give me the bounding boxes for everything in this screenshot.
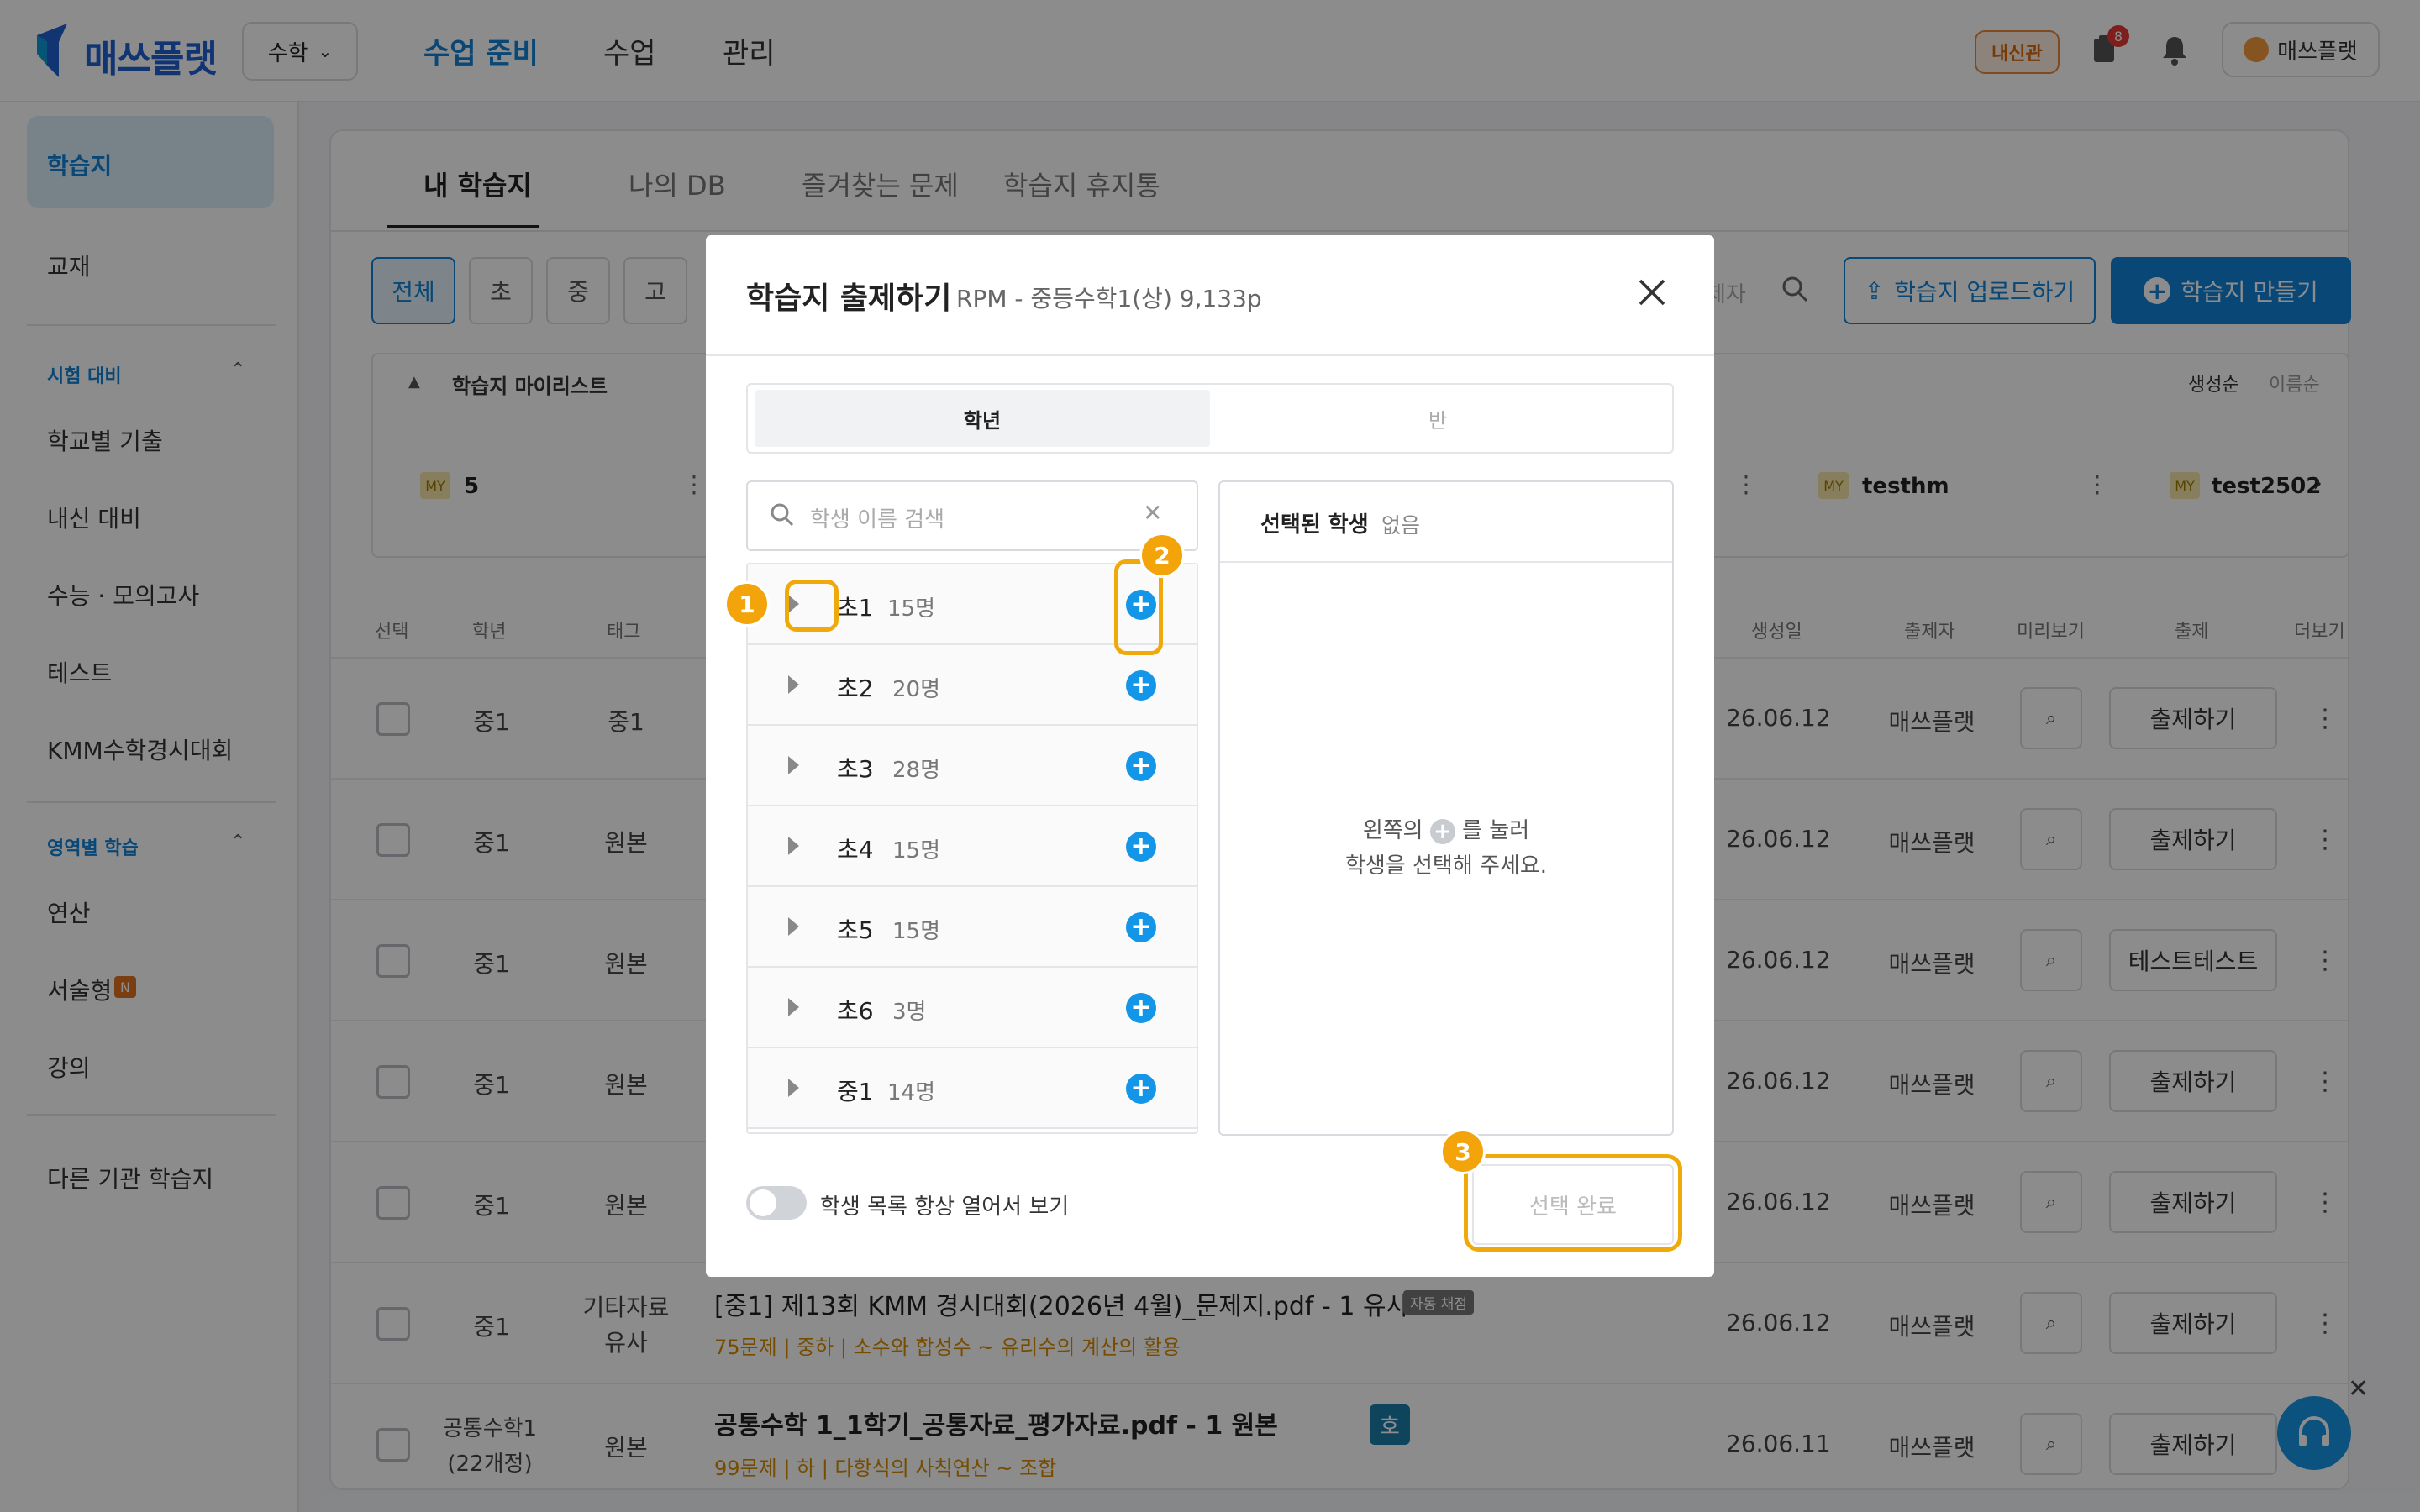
group-name: 초2 <box>837 675 874 702</box>
add-circle-icon: + <box>1429 818 1455 844</box>
always-open-toggle[interactable] <box>746 1186 807 1220</box>
search-icon <box>770 502 795 533</box>
divider <box>1220 561 1672 563</box>
empty-state-text: 왼쪽의 + 를 눌러 학생을 선택해 주세요. <box>1218 813 1674 884</box>
expand-arrow-icon[interactable] <box>788 998 799 1016</box>
empty-text-after: 를 눌러 <box>1462 818 1530 843</box>
group-name: 중1 <box>837 1078 874 1105</box>
group-name: 초4 <box>837 836 874 864</box>
step-marker-1: 1 <box>724 581 770 627</box>
expand-arrow-icon[interactable] <box>788 675 799 694</box>
highlight-expand <box>785 580 839 632</box>
empty-text-before: 왼쪽의 <box>1362 818 1423 843</box>
expand-arrow-icon[interactable] <box>788 1079 799 1097</box>
highlight-done <box>1464 1154 1682 1252</box>
add-circle-icon[interactable]: + <box>1126 1074 1156 1104</box>
add-circle-icon[interactable]: + <box>1126 670 1156 701</box>
list-item[interactable]: 초3 28명 + <box>748 726 1197 806</box>
group-name: 초6 <box>837 997 874 1025</box>
list-item[interactable]: 초4 15명 + <box>748 806 1197 887</box>
list-item[interactable]: 초6 3명 + <box>748 968 1197 1048</box>
close-icon[interactable] <box>1637 277 1667 313</box>
group-count: 3명 <box>892 1000 927 1025</box>
divider <box>706 354 1714 356</box>
group-count: 15명 <box>887 596 936 622</box>
group-name: 초3 <box>837 755 874 783</box>
clear-icon[interactable]: ✕ <box>1143 499 1162 527</box>
group-name: 초5 <box>837 916 874 944</box>
modal-subtitle: RPM - 중등수학1(상) 9,133p <box>956 285 1262 312</box>
modal-title: 학습지 출제하기 <box>746 281 952 316</box>
selected-value: 없음 <box>1381 513 1421 538</box>
selected-label: 선택된 학생 <box>1260 512 1369 538</box>
group-count: 28명 <box>892 758 941 783</box>
add-circle-icon[interactable]: + <box>1126 832 1156 862</box>
step-marker-3: 3 <box>1440 1129 1486 1174</box>
tab-grade[interactable]: 학년 <box>755 390 1210 447</box>
list-item[interactable]: 초5 15명 + <box>748 887 1197 968</box>
toggle-knob <box>750 1189 776 1216</box>
tab-class[interactable]: 반 <box>1210 390 1665 447</box>
step-marker-2: 2 <box>1139 533 1185 578</box>
toggle-label: 학생 목록 항상 열어서 보기 <box>820 1194 1070 1220</box>
group-count: 15명 <box>892 919 941 944</box>
group-count: 15명 <box>892 838 941 864</box>
expand-arrow-icon[interactable] <box>788 917 799 936</box>
list-item[interactable]: 초2 20명 + <box>748 645 1197 726</box>
list-item[interactable]: 중1 14명 + <box>748 1048 1197 1129</box>
selected-students-panel <box>1218 480 1674 1136</box>
group-name: 초1 <box>837 594 874 622</box>
search-placeholder: 학생 이름 검색 <box>810 507 945 533</box>
group-count: 20명 <box>892 677 941 702</box>
group-count: 14명 <box>887 1080 936 1105</box>
expand-arrow-icon[interactable] <box>788 756 799 774</box>
add-circle-icon[interactable]: + <box>1126 751 1156 781</box>
empty-text-line2: 학생을 선택해 주세요. <box>1344 853 1548 879</box>
add-circle-icon[interactable]: + <box>1126 993 1156 1023</box>
expand-arrow-icon[interactable] <box>788 837 799 855</box>
add-circle-icon[interactable]: + <box>1126 912 1156 942</box>
